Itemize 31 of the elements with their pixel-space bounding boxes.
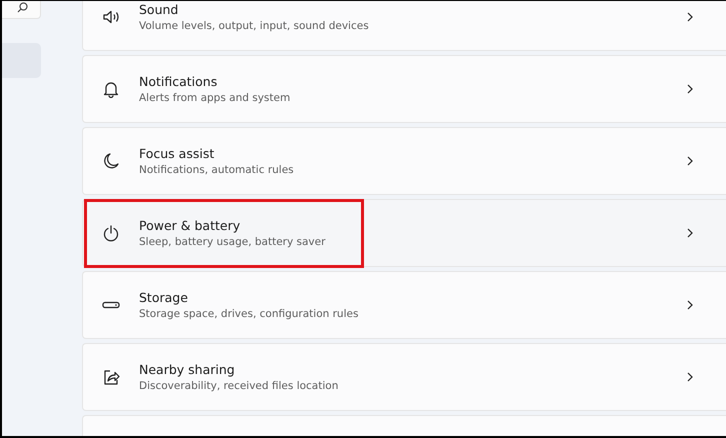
- setting-title: Power & battery: [139, 216, 242, 234]
- chevron-right-icon: [687, 84, 693, 94]
- power-icon: [102, 224, 120, 242]
- setting-description: Storage space, drives, configuration rules: [139, 306, 360, 322]
- bell-icon: [102, 80, 120, 98]
- chevron-right-icon: [687, 372, 693, 382]
- setting-title: Sound: [139, 1, 180, 18]
- chevron-right-icon: [687, 300, 693, 310]
- chevron-right-icon: [687, 12, 693, 22]
- setting-title: Focus assist: [139, 144, 216, 162]
- settings-card[interactable]: Nearby sharing Discoverability, received files location: [82, 343, 726, 411]
- settings-card[interactable]: Power & battery Sleep, battery usage, battery saver: [82, 199, 726, 267]
- setting-description: Volume levels, output, input, sound devices: [139, 18, 370, 34]
- search-field[interactable]: [2, 1, 41, 19]
- settings-card[interactable]: Focus assist Notifications, automatic rules: [82, 127, 726, 195]
- settings-card[interactable]: Notifications Alerts from apps and system: [82, 55, 726, 123]
- settings-card[interactable]: Storage Storage space, drives, configuration rules: [82, 271, 726, 339]
- setting-description: Sleep, battery usage, battery saver: [139, 234, 326, 250]
- share-icon: [102, 368, 120, 386]
- setting-title: Storage: [139, 288, 189, 306]
- setting-description: Discoverability, received files location: [139, 378, 340, 394]
- search-icon: [17, 2, 28, 13]
- setting-description: Alerts from apps and system: [139, 90, 292, 106]
- setting-title: Notifications: [139, 72, 218, 90]
- settings-card[interactable]: Sound Volume levels, output, input, sound devices: [82, 1, 726, 51]
- chevron-right-icon: [687, 156, 693, 166]
- setting-description: Notifications, automatic rules: [139, 162, 295, 178]
- moon-icon: [102, 152, 120, 170]
- chevron-right-icon: [687, 228, 693, 238]
- setting-title: Nearby sharing: [139, 360, 236, 378]
- speaker-icon: [102, 8, 120, 26]
